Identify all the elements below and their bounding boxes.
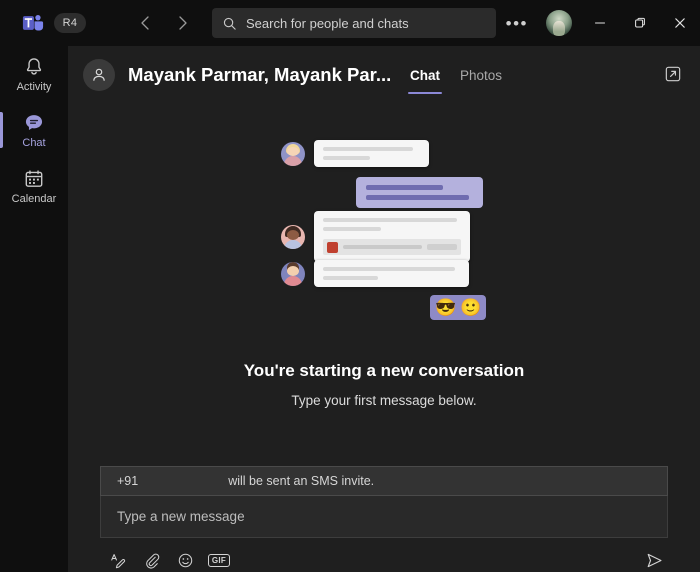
titlebar-right-group: ••• [496, 0, 700, 46]
tab-chat[interactable]: Chat [408, 46, 442, 104]
compose-toolbar: GIF [100, 546, 668, 572]
send-button[interactable] [640, 547, 668, 572]
close-button[interactable] [660, 0, 700, 46]
illustration-avatar [281, 262, 305, 286]
sidebar-item-label: Chat [22, 137, 45, 149]
person-avatar-icon [90, 66, 108, 84]
sms-invite-notice: +91 will be sent an SMS invite. [100, 466, 668, 496]
message-input-placeholder: Type a new message [117, 509, 245, 524]
send-icon [645, 551, 664, 570]
page-title: Mayank Parmar, Mayank Par... [128, 64, 390, 86]
emoji-sunglasses: 😎 [435, 298, 456, 317]
gif-button[interactable]: GIF [202, 547, 236, 572]
search-input[interactable]: Search for people and chats [212, 8, 496, 38]
emoji-button[interactable] [168, 547, 202, 572]
teams-window: R4 Search for people and chats ••• [0, 0, 700, 572]
sidebar-item-activity[interactable]: Activity [0, 46, 68, 102]
illustration-bubble [314, 140, 429, 167]
maximize-icon [634, 17, 646, 29]
attach-button[interactable] [134, 547, 168, 572]
conversation-avatar[interactable] [83, 59, 115, 91]
illustration-message-4 [281, 260, 469, 287]
more-options-button[interactable]: ••• [496, 15, 538, 32]
gif-icon: GIF [208, 554, 230, 567]
sidebar-item-chat[interactable]: Chat [0, 102, 68, 158]
illustration-emoji-reactions: 😎 🙂 [430, 295, 486, 320]
chevron-right-icon[interactable] [174, 15, 190, 31]
close-icon [674, 17, 686, 29]
illustration-message-1 [281, 140, 429, 167]
chat-tabs: Chat Photos [408, 46, 504, 104]
emoji-smile: 🙂 [460, 298, 481, 317]
tab-photos[interactable]: Photos [458, 46, 504, 104]
conversation-body: 😎 🙂 You're starting a new conversation T… [68, 104, 700, 572]
teams-logo-icon [22, 12, 44, 34]
sms-invite-text: will be sent an SMS invite. [228, 474, 374, 488]
illustration-avatar [281, 225, 305, 249]
format-button[interactable] [100, 547, 134, 572]
profile-badge[interactable]: R4 [54, 13, 86, 33]
nav-arrows [138, 15, 190, 31]
chat-header: Mayank Parmar, Mayank Par... Chat Photos [68, 46, 700, 104]
message-input[interactable]: Type a new message [100, 496, 668, 538]
file-icon [327, 242, 338, 253]
sidebar-item-calendar[interactable]: Calendar [0, 158, 68, 214]
sms-country-code: +91 [117, 474, 138, 488]
format-icon [109, 552, 126, 569]
attach-icon [143, 552, 160, 569]
avatar[interactable] [546, 10, 572, 36]
popout-button[interactable] [664, 65, 684, 85]
sidebar: Activity Chat Calendar [0, 46, 68, 572]
chevron-left-icon[interactable] [138, 15, 154, 31]
title-bar: R4 Search for people and chats ••• [0, 0, 700, 46]
bell-icon [23, 56, 45, 78]
illustration-attachment [323, 239, 461, 255]
maximize-button[interactable] [620, 0, 660, 46]
open-in-new-window-icon [664, 65, 682, 83]
illustration-avatar [281, 142, 305, 166]
sidebar-item-label: Activity [17, 81, 52, 93]
empty-state-headline: You're starting a new conversation [68, 361, 700, 381]
emoji-icon [177, 552, 194, 569]
sidebar-item-label: Calendar [12, 193, 57, 205]
empty-state-subline: Type your first message below. [68, 393, 700, 408]
illustration-message-2 [356, 177, 483, 208]
search-icon [222, 16, 237, 31]
minimize-icon [594, 17, 606, 29]
minimize-button[interactable] [580, 0, 620, 46]
new-conversation-illustration: 😎 🙂 [68, 136, 700, 351]
search-placeholder: Search for people and chats [246, 16, 409, 31]
illustration-bubble [314, 260, 469, 287]
illustration-bubble-outgoing [356, 177, 483, 208]
illustration-message-3 [281, 211, 470, 262]
illustration-bubble-with-attachment [314, 211, 470, 262]
chat-bubble-icon [23, 112, 45, 134]
calendar-icon [23, 168, 45, 190]
